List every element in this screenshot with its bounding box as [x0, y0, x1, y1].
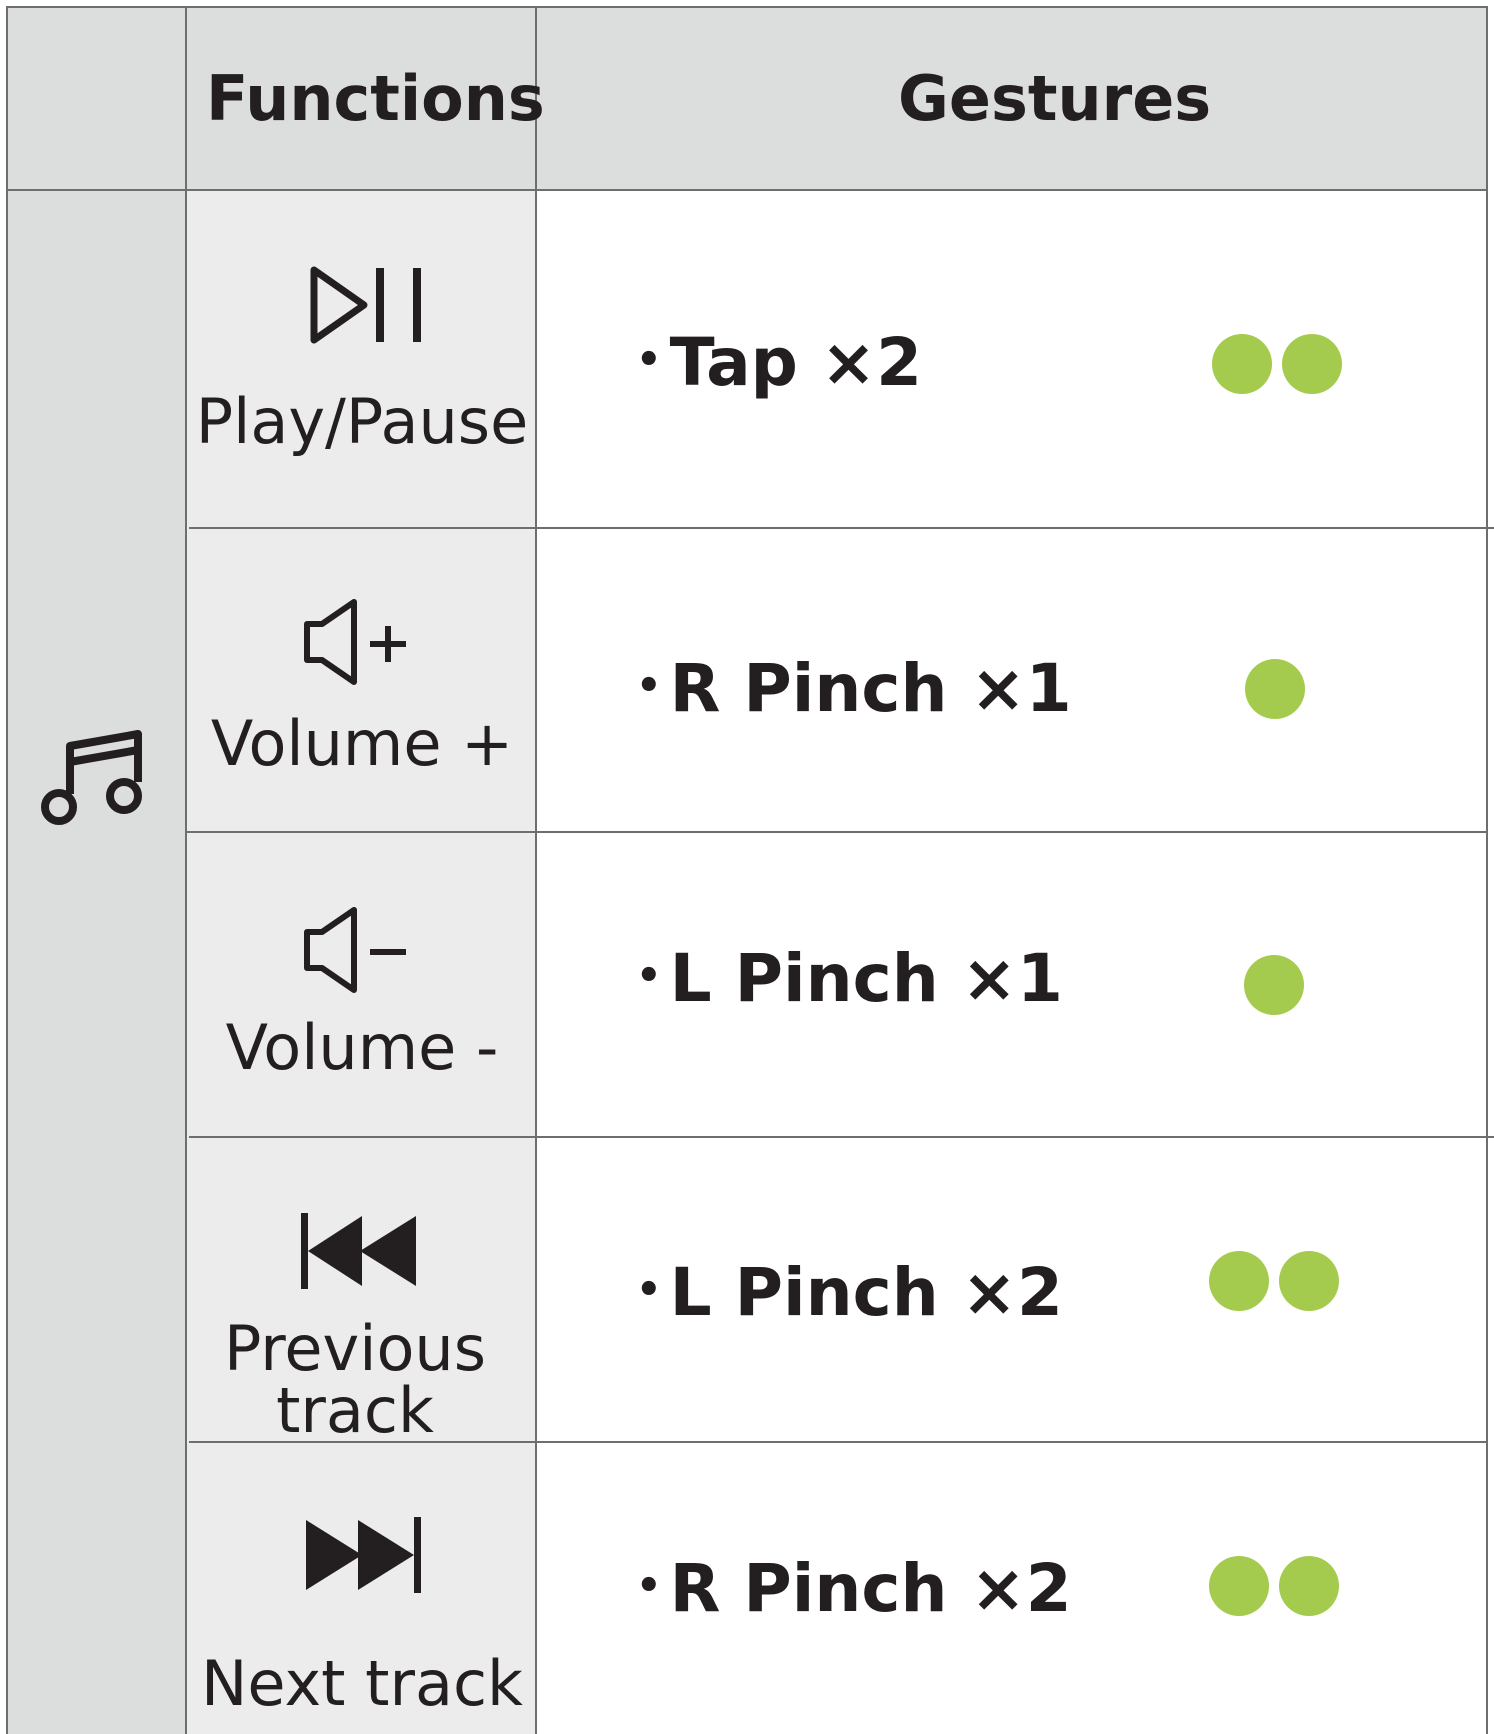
tap-indicator-dot — [1209, 1556, 1269, 1616]
gesture-text-row-1: • Tap ×2 — [636, 324, 923, 401]
function-label-play-pause: Play/Pause — [195, 385, 529, 458]
play-pause-icon — [310, 266, 421, 344]
tap-indicator-dot — [1279, 1556, 1339, 1616]
column-divider-2 — [535, 6, 537, 1734]
function-label-next-track: Next track — [201, 1647, 523, 1720]
tap-indicator-dot — [1209, 1251, 1269, 1311]
table-border-top — [6, 6, 1488, 8]
column-divider-1 — [185, 6, 187, 1734]
function-label-volume-down: Volume - — [225, 1011, 499, 1084]
gestures-header: Gestures — [898, 62, 1212, 135]
row-divider-3 — [189, 1136, 1494, 1138]
music-note-icon — [41, 730, 142, 825]
row-divider-2 — [186, 831, 1488, 833]
gesture-text-row-5: • R Pinch ×2 — [636, 1550, 1072, 1627]
gesture-text-row-2: • R Pinch ×1 — [636, 650, 1072, 727]
tap-indicator-dot — [1245, 659, 1305, 719]
tap-indicator-dot — [1282, 334, 1342, 394]
tap-indicator-dot — [1244, 955, 1304, 1015]
table-border-left — [6, 6, 8, 1734]
volume-down-icon — [304, 907, 406, 993]
function-label-previous-track: Previous track — [223, 1312, 487, 1447]
tap-indicator-dot — [1279, 1251, 1339, 1311]
table-border-right — [1486, 6, 1488, 1734]
functions-header: Functions — [206, 62, 545, 135]
tap-indicator-dot — [1212, 334, 1272, 394]
category-column — [6, 190, 186, 1734]
previous-track-icon — [301, 1213, 416, 1289]
next-track-icon — [306, 1517, 421, 1593]
gesture-text-row-3: • L Pinch ×1 — [636, 940, 1063, 1017]
function-label-volume-up: Volume + — [210, 707, 514, 780]
row-divider-1 — [189, 527, 1494, 529]
volume-up-icon — [304, 599, 406, 685]
gesture-text-row-4: • L Pinch ×2 — [636, 1254, 1063, 1331]
header-divider — [6, 189, 1488, 191]
